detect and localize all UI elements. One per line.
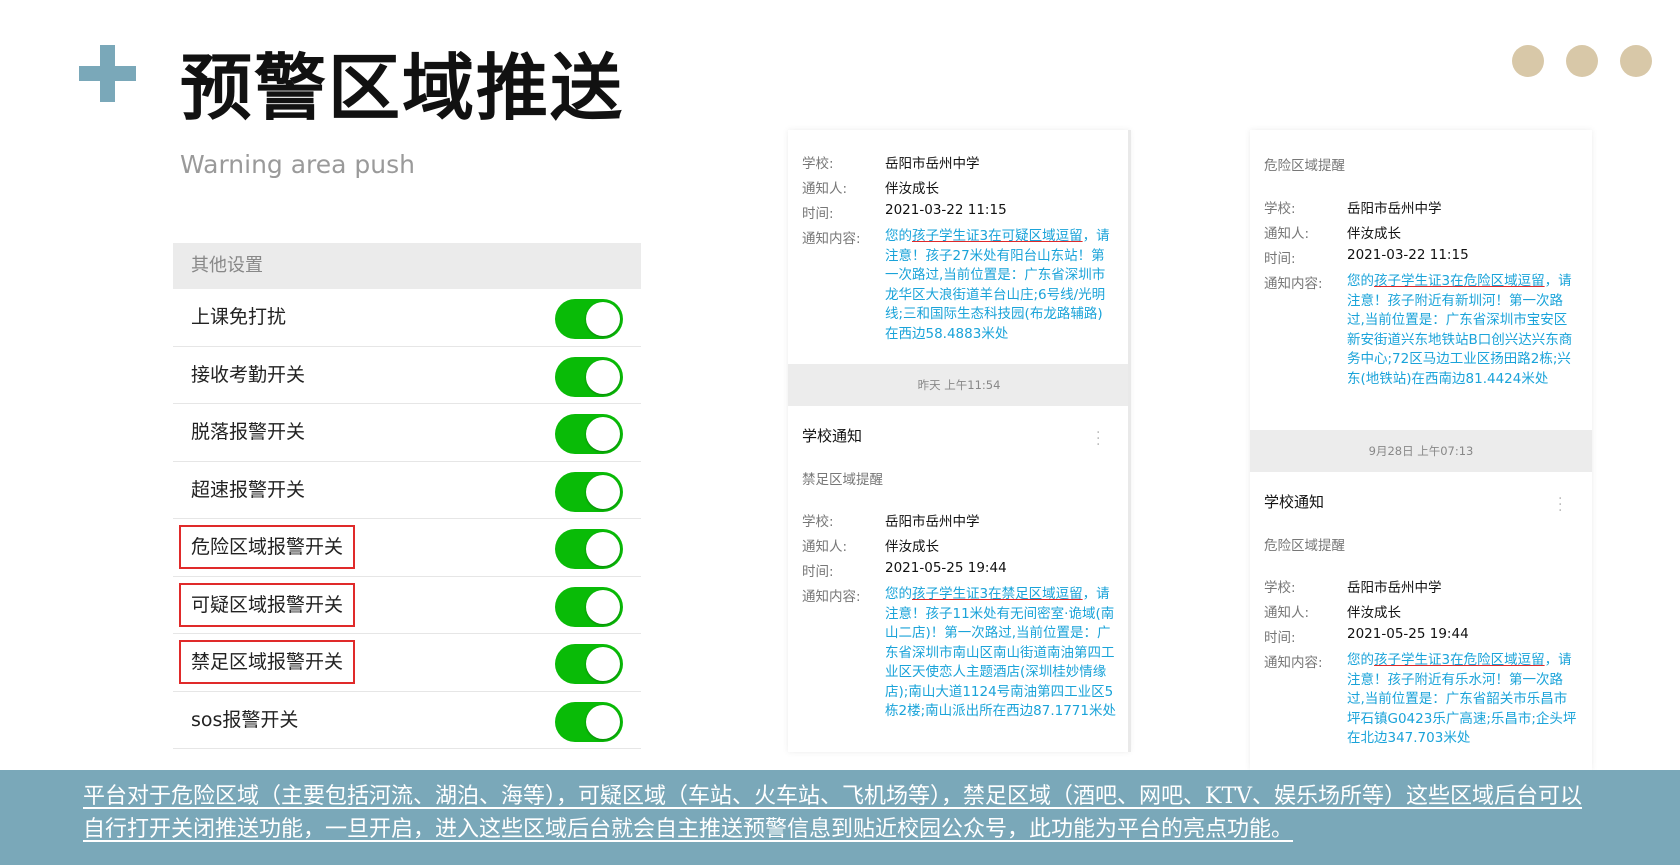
toggle-switch[interactable] <box>555 414 623 454</box>
school-value: 岳阳市岳州中学 <box>1347 201 1442 217</box>
setting-label: 上课免打扰 <box>191 306 287 328</box>
dot-icon <box>1620 45 1652 77</box>
field-label: 学校: <box>1264 580 1296 596</box>
card-subtitle: 禁足区域提醒 <box>802 472 883 488</box>
column-divider <box>1128 130 1131 752</box>
settings-header: 其他设置 <box>173 243 641 289</box>
toggle-switch[interactable] <box>555 299 623 339</box>
more-icon[interactable]: · · · <box>1558 492 1562 518</box>
page-subtitle: Warning area push <box>180 150 416 179</box>
setting-row-detach-alarm: 脱落报警开关 <box>173 404 641 462</box>
field-label: 通知人: <box>1264 605 1310 621</box>
toggle-switch[interactable] <box>555 529 623 569</box>
time-value: 2021-03-22 11:15 <box>885 202 1007 218</box>
setting-label: 超速报警开关 <box>191 478 306 501</box>
content-value: 您的孩子学生证3在可疑区域逗留，请注意！孩子27米处有阳台山东站！第一次路过,当… <box>885 227 1116 344</box>
field-label: 学校: <box>802 514 834 530</box>
content-value: 您的孩子学生证3在危险区域逗留，请注意！孩子附近有新圳河！第一次路过,当前位置是… <box>1347 272 1578 389</box>
notification-message: 学校: 岳阳市岳州中学 通知人: 伴汝成长 时间: 2021-03-22 11:15 … <box>1250 197 1592 389</box>
time-value: 2021-05-25 19:44 <box>885 560 1007 576</box>
field-label: 学校: <box>802 156 834 172</box>
time-value: 2021-03-22 11:15 <box>1347 247 1469 263</box>
field-label: 学校: <box>1264 201 1296 217</box>
content-highlight: 孩子学生证3在禁足区域逗留 <box>912 586 1083 602</box>
setting-label: 危险区域报警开关 <box>178 525 356 569</box>
notifier-value: 伴汝成长 <box>885 181 939 197</box>
dot-icon <box>1512 45 1544 77</box>
card-subtitle: 危险区域提醒 <box>1264 158 1345 174</box>
setting-row-forbidden-zone: 禁足区域报警开关 <box>173 634 641 692</box>
notifier-value: 伴汝成长 <box>1347 226 1401 242</box>
field-label: 时间: <box>802 564 834 580</box>
content-highlight: 孩子学生证3在可疑区域逗留 <box>912 228 1083 244</box>
setting-row-danger-zone: 危险区域报警开关 <box>173 519 641 577</box>
school-value: 岳阳市岳州中学 <box>1347 580 1442 596</box>
setting-row-speed-alarm: 超速报警开关 <box>173 462 641 519</box>
field-label: 通知人: <box>802 181 848 197</box>
content-rest: ，请注意！孩子附近有新圳河！第一次路过,当前位置是：广东省深圳市宝安区新安街道兴… <box>1347 273 1573 387</box>
field-label: 通知内容: <box>802 231 861 247</box>
content-prefix: 您的 <box>885 586 912 602</box>
notification-message: 学校: 岳阳市岳州中学 通知人: 伴汝成长 时间: 2021-05-25 19:44 … <box>788 510 1130 722</box>
content-prefix: 您的 <box>1347 273 1374 289</box>
content-highlight: 孩子学生证3在危险区域逗留 <box>1374 652 1545 668</box>
setting-label: 脱落报警开关 <box>191 421 306 443</box>
field-label: 通知人: <box>1264 226 1310 242</box>
school-value: 岳阳市岳州中学 <box>885 156 980 172</box>
setting-row-sos: sos报警开关 <box>173 692 641 749</box>
setting-label: 可疑区域报警开关 <box>178 582 356 627</box>
notifier-value: 伴汝成长 <box>1347 605 1401 621</box>
time-separator: 昨天 上午11:54 <box>788 364 1130 406</box>
message-column-2: 危险区域提醒 学校: 岳阳市岳州中学 通知人: 伴汝成长 时间: 2021-03-22… <box>1250 130 1592 770</box>
toggle-switch[interactable] <box>555 644 623 684</box>
field-label: 时间: <box>802 206 834 222</box>
setting-label: 禁足区域报警开关 <box>178 640 356 684</box>
setting-row-suspicious-zone: 可疑区域报警开关 <box>173 577 641 634</box>
notification-message: 学校: 岳阳市岳州中学 通知人: 伴汝成长 时间: 2021-03-22 11:15 … <box>788 152 1130 344</box>
card-title: 学校通知 <box>802 427 863 445</box>
toggle-switch[interactable] <box>555 356 623 397</box>
field-label: 时间: <box>1264 630 1296 646</box>
field-label: 通知人: <box>802 539 848 555</box>
toggle-switch[interactable] <box>555 471 623 512</box>
content-rest: ，请注意！孩子11米处有无间密室·诡域(南山二店)！第一次路过,当前位置是：广东… <box>885 586 1116 719</box>
time-value: 2021-05-25 19:44 <box>1347 626 1469 642</box>
time-separator: 9月28日 上午07:13 <box>1250 430 1592 472</box>
notification-message: 学校: 岳阳市岳州中学 通知人: 伴汝成长 时间: 2021-05-25 19:44 … <box>1250 576 1592 749</box>
content-highlight: 孩子学生证3在危险区域逗留 <box>1374 273 1545 289</box>
toggle-switch[interactable] <box>555 586 623 627</box>
field-label: 通知内容: <box>802 589 861 605</box>
banner-text: 平台对于危险区域（主要包括河流、湖泊、海等），可疑区域（车站、火车站、飞机场等）… <box>83 784 1583 842</box>
description-banner: 平台对于危险区域（主要包括河流、湖泊、海等），可疑区域（车站、火车站、飞机场等）… <box>0 770 1680 865</box>
content-value: 您的孩子学生证3在禁足区域逗留，请注意！孩子11米处有无间密室·诡域(南山二店)… <box>885 585 1116 722</box>
plus-icon <box>79 45 136 102</box>
decorative-dots <box>1512 45 1652 77</box>
field-label: 通知内容: <box>1264 655 1323 671</box>
content-rest: ，请注意！孩子27米处有阳台山东站！第一次路过,当前位置是：广东省深圳市龙华区大… <box>885 228 1110 342</box>
page-title: 预警区域推送 <box>180 46 625 130</box>
setting-row-attendance: 接收考勤开关 <box>173 347 641 404</box>
content-prefix: 您的 <box>1347 652 1374 668</box>
card-title: 学校通知 <box>1264 493 1325 511</box>
content-prefix: 您的 <box>885 228 912 244</box>
content-value: 您的孩子学生证3在危险区域逗留，请注意！孩子附近有乐水河！第一次路过,当前位置是… <box>1347 651 1578 749</box>
more-icon[interactable]: · · · <box>1096 426 1100 452</box>
school-value: 岳阳市岳州中学 <box>885 514 980 530</box>
setting-label: sos报警开关 <box>191 708 299 731</box>
setting-label: 接收考勤开关 <box>191 363 306 386</box>
field-label: 时间: <box>1264 251 1296 267</box>
setting-row-class-dnd: 上课免打扰 <box>173 289 641 347</box>
field-label: 通知内容: <box>1264 276 1323 292</box>
notifier-value: 伴汝成长 <box>885 539 939 555</box>
settings-panel: 其他设置 上课免打扰 接收考勤开关 脱落报警开关 超速报警开关 危险区域报警开关… <box>173 243 641 749</box>
card-subtitle: 危险区域提醒 <box>1264 538 1345 554</box>
dot-icon <box>1566 45 1598 77</box>
toggle-switch[interactable] <box>555 701 623 742</box>
message-column-1: 学校: 岳阳市岳州中学 通知人: 伴汝成长 时间: 2021-03-22 11:15 … <box>788 130 1130 752</box>
